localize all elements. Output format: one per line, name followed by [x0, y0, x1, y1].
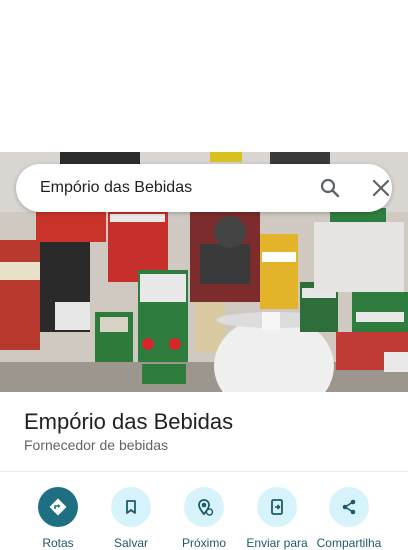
map-blank-area [0, 0, 408, 152]
nearby-button[interactable]: Próximo [164, 487, 244, 550]
search-bar[interactable]: Empório das Bebidas [16, 164, 392, 212]
close-icon[interactable] [369, 176, 393, 200]
send-to-phone-button[interactable]: Enviar para [237, 487, 317, 550]
share-label: Compartilha [316, 536, 382, 550]
divider [0, 471, 408, 472]
save-label: Salvar [113, 536, 148, 550]
search-query[interactable]: Empório das Bebidas [40, 179, 192, 197]
send-to-phone-label: Enviar para [246, 536, 308, 550]
nearby-icon[interactable] [184, 487, 224, 527]
directions-label: Rotas [42, 536, 74, 550]
save-button[interactable]: Salvar [91, 487, 171, 550]
place-title: Empório das Bebidas [24, 409, 234, 434]
search-icon[interactable] [318, 176, 342, 200]
nearby-label: Próximo [181, 536, 226, 550]
directions-button[interactable]: Rotas [18, 487, 98, 550]
send-to-phone-icon[interactable] [257, 487, 297, 527]
share-button[interactable]: Compartilha [309, 487, 389, 550]
place-category: Fornecedor de bebidas [24, 437, 168, 453]
share-icon[interactable] [329, 487, 369, 527]
directions-icon[interactable] [38, 487, 78, 527]
bookmark-icon[interactable] [111, 487, 151, 527]
